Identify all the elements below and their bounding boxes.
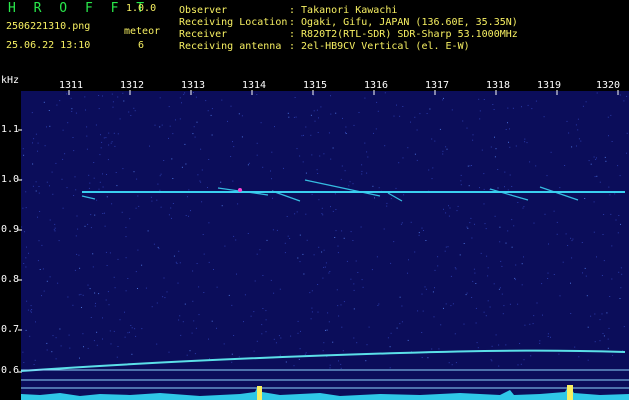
noise-profile xyxy=(21,385,629,400)
drift-trace xyxy=(20,349,626,372)
x-tick-marks xyxy=(68,90,619,95)
meteor-head xyxy=(238,188,242,192)
spectrogram-overlay xyxy=(18,90,629,400)
y-tick-marks xyxy=(18,129,22,373)
noise-speckles xyxy=(21,92,628,369)
baseline-lines xyxy=(21,369,629,389)
meteor-streaks xyxy=(81,179,579,202)
